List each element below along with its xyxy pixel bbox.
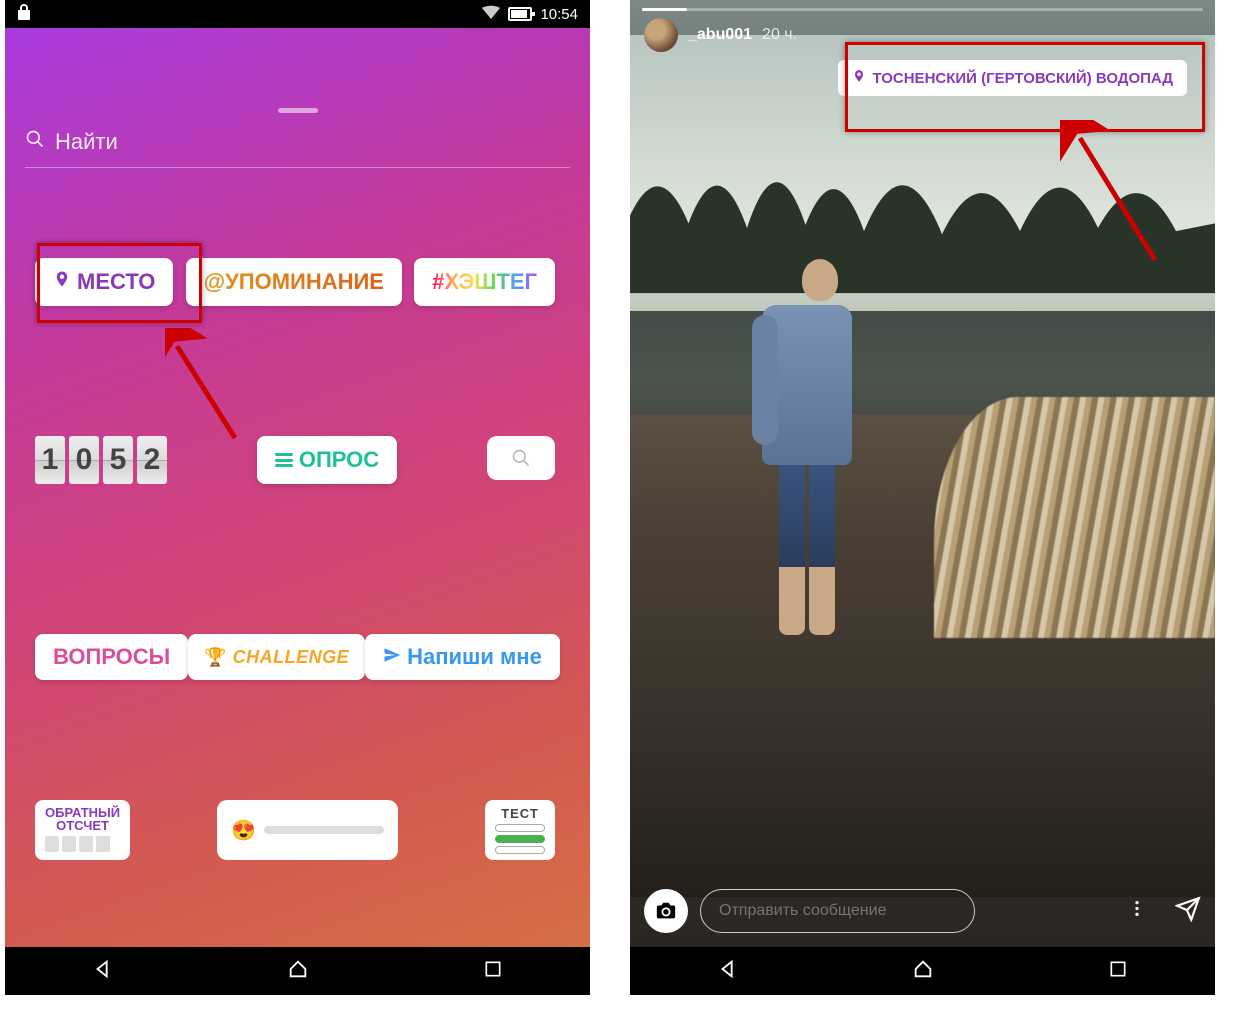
send-button[interactable] <box>1175 896 1201 927</box>
home-icon[interactable] <box>912 958 934 985</box>
countdown-label-2: ОТСЧЕТ <box>45 819 120 832</box>
sticker-challenge[interactable]: 🏆 CHALLENGE <box>188 634 365 680</box>
story-username[interactable]: _abu001 <box>688 26 752 44</box>
story-reply-row <box>644 889 1201 933</box>
battery-icon <box>508 7 532 21</box>
sticker-quiz-label: ТЕСТ <box>495 806 545 821</box>
annotation-arrow-icon <box>165 328 255 448</box>
story-header[interactable]: _abu001 20 ч. <box>644 18 797 52</box>
sticker-hashtag[interactable]: #ХЭШТЕГ <box>414 258 555 306</box>
sticker-time[interactable]: 1 0 5 2 <box>35 436 167 484</box>
camera-button[interactable] <box>644 889 688 933</box>
wifi-icon <box>482 5 500 23</box>
sticker-poll[interactable]: ОПРОС <box>257 436 397 484</box>
sticker-challenge-label: CHALLENGE <box>233 647 350 668</box>
sticker-countdown[interactable]: ОБРАТНЫЙ ОТСЧЕТ <box>35 800 130 860</box>
clock-digit: 5 <box>103 436 133 484</box>
trophy-icon: 🏆 <box>204 647 226 668</box>
clock-digit: 2 <box>137 436 167 484</box>
story-progress <box>642 8 1203 11</box>
story-time-ago: 20 ч. <box>762 26 797 44</box>
android-navbar <box>630 947 1215 995</box>
android-statusbar: 10:54 <box>5 0 590 28</box>
sheet-handle[interactable] <box>278 108 318 113</box>
left-phone: 10:54 МЕСТО <box>5 0 590 995</box>
back-icon[interactable] <box>717 958 739 985</box>
right-phone: _abu001 20 ч. ТОСНЕНСКИЙ (ГЕРТОВСКИЙ) ВО… <box>630 0 1215 995</box>
heart-eyes-emoji-icon: 😍 <box>231 818 256 843</box>
annotation-highlight-box <box>37 243 202 323</box>
android-navbar <box>5 947 590 995</box>
clock-digit: 1 <box>35 436 65 484</box>
countdown-slots <box>45 836 120 852</box>
sticker-gif-search[interactable] <box>487 436 555 480</box>
sticker-quiz[interactable]: ТЕСТ <box>485 800 555 860</box>
sticker-write-me-label: Напиши мне <box>407 644 542 670</box>
home-icon[interactable] <box>287 958 309 985</box>
sticker-sheet[interactable]: МЕСТО @УПОМИНАНИЕ #ХЭШТЕГ 1 0 5 2 <box>5 93 590 947</box>
sticker-mention-label: @УПОМИНАНИЕ <box>204 269 384 295</box>
paper-plane-icon <box>383 644 401 670</box>
story-view-screen[interactable]: _abu001 20 ч. ТОСНЕНСКИЙ (ГЕРТОВСКИЙ) ВО… <box>630 0 1215 947</box>
sticker-mention[interactable]: @УПОМИНАНИЕ <box>186 258 402 306</box>
sticker-hashtag-label: #ХЭШТЕГ <box>432 269 537 295</box>
quiz-options-preview <box>495 824 545 854</box>
recents-icon[interactable] <box>1108 959 1128 984</box>
search-icon <box>511 448 531 468</box>
recents-icon[interactable] <box>483 959 503 984</box>
sticker-emoji-slider[interactable]: 😍 <box>217 800 398 860</box>
sticker-picker-screen: МЕСТО @УПОМИНАНИЕ #ХЭШТЕГ 1 0 5 2 <box>5 28 590 947</box>
more-icon[interactable] <box>1127 899 1147 924</box>
annotation-arrow-icon <box>1060 120 1170 270</box>
poll-icon <box>275 453 293 467</box>
reply-input[interactable] <box>700 889 975 933</box>
lock-icon <box>17 4 31 24</box>
search-input[interactable] <box>55 129 570 155</box>
sticker-questions-label: ВОПРОСЫ <box>53 644 170 670</box>
camera-icon <box>655 900 677 922</box>
annotation-highlight-box <box>845 42 1205 132</box>
search-icon <box>25 129 45 155</box>
sticker-write-me[interactable]: Напиши мне <box>365 634 560 680</box>
sticker-poll-label: ОПРОС <box>299 447 379 473</box>
back-icon[interactable] <box>92 958 114 985</box>
slider-track <box>264 826 384 834</box>
avatar[interactable] <box>644 18 678 52</box>
status-time: 10:54 <box>540 6 578 23</box>
sticker-questions[interactable]: ВОПРОСЫ <box>35 634 188 680</box>
clock-digit: 0 <box>69 436 99 484</box>
person-figure <box>747 259 867 689</box>
